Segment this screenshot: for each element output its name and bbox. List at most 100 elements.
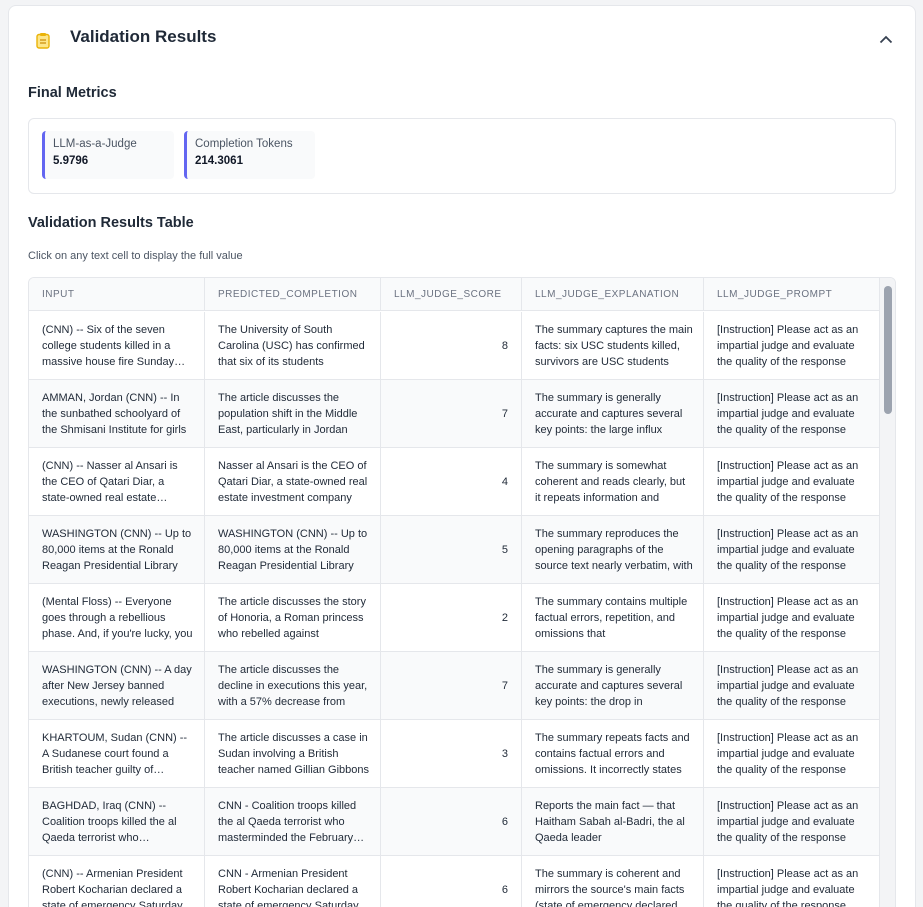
cell-predicted-completion[interactable]: Nasser al Ansari is the CEO of Qatari Di… [205,448,381,516]
cell-llm-judge-score[interactable]: 4 [381,448,522,516]
cell-predicted-completion[interactable]: The article discusses a case in Sudan in… [205,720,381,788]
cell-predicted-completion-text: The article discusses the population shi… [218,392,358,436]
cell-predicted-completion-text: The University of South Carolina (USC) h… [218,324,365,368]
cell-llm-judge-explanation-text: The summary captures the main facts: six… [535,324,693,368]
cell-llm-judge-prompt[interactable]: [Instruction] Please act as an impartial… [704,856,881,907]
metric-card-llm-judge: LLM-as-a-Judge 5.9796 [42,131,174,179]
validation-results-panel: Validation Results Final Metrics LLM-as-… [8,5,916,907]
cell-input-text: BAGHDAD, Iraq (CNN) -- Coalition troops … [42,800,177,844]
cell-llm-judge-explanation-text: The summary is generally accurate and ca… [535,664,683,708]
metric-card-completion-tokens: Completion Tokens 214.3061 [184,131,315,179]
cell-predicted-completion[interactable]: CNN - Coalition troops killed the al Qae… [205,788,381,856]
cell-llm-judge-score-text: 6 [501,884,508,896]
cell-llm-judge-prompt[interactable]: [Instruction] Please act as an impartial… [704,720,881,788]
cell-llm-judge-score[interactable]: 8 [381,312,522,380]
cell-llm-judge-prompt-text: [Instruction] Please act as an impartial… [717,528,859,572]
cell-predicted-completion[interactable]: WASHINGTON (CNN) -- Up to 80,000 items a… [205,516,381,584]
table-row[interactable]: WASHINGTON (CNN) -- A day after New Jers… [29,652,881,720]
cell-llm-judge-prompt-text: [Instruction] Please act as an impartial… [717,664,859,708]
cell-llm-judge-score[interactable]: 5 [381,516,522,584]
cell-llm-judge-prompt[interactable]: [Instruction] Please act as an impartial… [704,516,881,584]
cell-input-text: KHARTOUM, Sudan (CNN) -- A Sudanese cour… [42,732,188,776]
table-row[interactable]: BAGHDAD, Iraq (CNN) -- Coalition troops … [29,788,881,856]
column-header-input[interactable]: INPUT [29,278,205,311]
cell-llm-judge-explanation[interactable]: The summary captures the main facts: six… [522,312,704,380]
cell-llm-judge-score[interactable]: 2 [381,584,522,652]
table-scrollbar[interactable] [879,278,895,907]
cell-predicted-completion[interactable]: The article discusses the decline in exe… [205,652,381,720]
cell-input[interactable]: (CNN) -- Armenian President Robert Kocha… [29,856,205,907]
cell-llm-judge-explanation[interactable]: The summary reproduces the opening parag… [522,516,704,584]
cell-predicted-completion[interactable]: CNN - Armenian President Robert Kocharia… [205,856,381,907]
cell-llm-judge-score[interactable]: 7 [381,652,522,720]
cell-llm-judge-prompt[interactable]: [Instruction] Please act as an impartial… [704,652,881,720]
cell-llm-judge-score-text: 4 [501,476,508,488]
cell-llm-judge-explanation[interactable]: Reports the main fact — that Haitham Sab… [522,788,704,856]
cell-input[interactable]: (Mental Floss) -- Everyone goes through … [29,584,205,652]
table-row[interactable]: KHARTOUM, Sudan (CNN) -- A Sudanese cour… [29,720,881,788]
column-header-llm-judge-prompt[interactable]: LLM_JUDGE_PROMPT [704,278,881,311]
cell-input-text: (CNN) -- Six of the seven college studen… [42,324,175,368]
cell-llm-judge-explanation-text: The summary reproduces the opening parag… [535,528,693,572]
cell-predicted-completion[interactable]: The article discusses the population shi… [205,380,381,448]
cell-input-text: (CNN) -- Armenian President Robert Kocha… [42,868,183,907]
panel-header[interactable]: Validation Results [9,6,915,70]
scrollbar-thumb[interactable] [884,286,892,414]
cell-llm-judge-prompt-text: [Instruction] Please act as an impartial… [717,732,859,776]
final-metrics-heading: Final Metrics [28,85,117,101]
table-row[interactable]: (CNN) -- Armenian President Robert Kocha… [29,856,881,907]
cell-predicted-completion-text: Nasser al Ansari is the CEO of Qatari Di… [218,460,368,504]
cell-llm-judge-explanation[interactable]: The summary is coherent and mirrors the … [522,856,704,907]
metric-label: Completion Tokens [195,138,293,150]
cell-llm-judge-explanation[interactable]: The summary repeats facts and contains f… [522,720,704,788]
cell-input[interactable]: KHARTOUM, Sudan (CNN) -- A Sudanese cour… [29,720,205,788]
table-row[interactable]: (CNN) -- Nasser al Ansari is the CEO of … [29,448,881,516]
cell-input[interactable]: AMMAN, Jordan (CNN) -- In the sunbathed … [29,380,205,448]
cell-input[interactable]: (CNN) -- Nasser al Ansari is the CEO of … [29,448,205,516]
cell-predicted-completion[interactable]: The University of South Carolina (USC) h… [205,312,381,380]
cell-predicted-completion-text: CNN - Coalition troops killed the al Qae… [218,800,357,844]
column-header-llm-judge-explanation[interactable]: LLM_JUDGE_EXPLANATION [522,278,704,311]
cell-llm-judge-explanation[interactable]: The summary is generally accurate and ca… [522,380,704,448]
cell-llm-judge-score[interactable]: 6 [381,856,522,907]
cell-llm-judge-explanation[interactable]: The summary is generally accurate and ca… [522,652,704,720]
cell-llm-judge-score-text: 8 [501,340,508,352]
cell-llm-judge-prompt-text: [Instruction] Please act as an impartial… [717,868,859,907]
cell-llm-judge-score-text: 7 [501,680,508,692]
cell-input[interactable]: BAGHDAD, Iraq (CNN) -- Coalition troops … [29,788,205,856]
cell-llm-judge-explanation-text: The summary is coherent and mirrors the … [535,868,685,907]
table-header: INPUT PREDICTED_COMPLETION LLM_JUDGE_SCO… [29,278,881,311]
cell-input[interactable]: (CNN) -- Six of the seven college studen… [29,312,205,380]
cell-llm-judge-prompt[interactable]: [Instruction] Please act as an impartial… [704,788,881,856]
results-table-heading: Validation Results Table [28,215,194,231]
cell-llm-judge-prompt[interactable]: [Instruction] Please act as an impartial… [704,584,881,652]
table-row[interactable]: AMMAN, Jordan (CNN) -- In the sunbathed … [29,380,881,448]
cell-llm-judge-prompt[interactable]: [Instruction] Please act as an impartial… [704,448,881,516]
cell-llm-judge-prompt[interactable]: [Instruction] Please act as an impartial… [704,380,881,448]
cell-llm-judge-score-text: 2 [501,612,508,624]
cell-llm-judge-score-text: 6 [501,816,508,828]
cell-llm-judge-score[interactable]: 3 [381,720,522,788]
results-table[interactable]: INPUT PREDICTED_COMPLETION LLM_JUDGE_SCO… [28,277,896,907]
cell-input-text: WASHINGTON (CNN) -- Up to 80,000 items a… [42,528,192,572]
table-row[interactable]: (CNN) -- Six of the seven college studen… [29,312,881,380]
cell-llm-judge-score[interactable]: 7 [381,380,522,448]
cell-llm-judge-prompt-text: [Instruction] Please act as an impartial… [717,324,859,368]
chevron-up-icon[interactable] [875,28,897,50]
table-row[interactable]: (Mental Floss) -- Everyone goes through … [29,584,881,652]
cell-llm-judge-score-text: 3 [501,748,508,760]
cell-input[interactable]: WASHINGTON (CNN) -- Up to 80,000 items a… [29,516,205,584]
cell-llm-judge-explanation[interactable]: The summary contains multiple factual er… [522,584,704,652]
cell-predicted-completion-text: The article discusses the story of Honor… [218,596,366,640]
cell-llm-judge-score[interactable]: 6 [381,788,522,856]
table-hint: Click on any text cell to display the fu… [28,250,243,262]
column-header-llm-judge-score[interactable]: LLM_JUDGE_SCORE [381,278,522,311]
cell-llm-judge-explanation[interactable]: The summary is somewhat coherent and rea… [522,448,704,516]
cell-input-text: (CNN) -- Nasser al Ansari is the CEO of … [42,460,178,504]
cell-predicted-completion[interactable]: The article discusses the story of Honor… [205,584,381,652]
cell-llm-judge-prompt[interactable]: [Instruction] Please act as an impartial… [704,312,881,380]
column-header-predicted-completion[interactable]: PREDICTED_COMPLETION [205,278,381,311]
cell-llm-judge-explanation-text: Reports the main fact — that Haitham Sab… [535,800,685,844]
table-row[interactable]: WASHINGTON (CNN) -- Up to 80,000 items a… [29,516,881,584]
cell-input[interactable]: WASHINGTON (CNN) -- A day after New Jers… [29,652,205,720]
